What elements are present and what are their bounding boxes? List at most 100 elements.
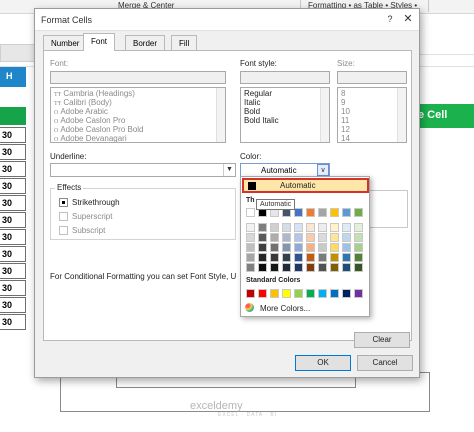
theme-shade-swatch[interactable] <box>282 223 291 232</box>
size-item[interactable]: 11 <box>341 116 349 125</box>
superscript-label[interactable]: Superscript <box>72 212 112 221</box>
theme-shade-swatch[interactable] <box>258 263 267 272</box>
theme-shade-swatch[interactable] <box>354 243 363 252</box>
theme-shade-swatch[interactable] <box>282 233 291 242</box>
more-colors-option[interactable]: More Colors... <box>245 303 310 313</box>
row-cell[interactable]: 30 <box>0 212 26 228</box>
standard-color-swatch[interactable] <box>270 289 279 298</box>
standard-color-swatch[interactable] <box>318 289 327 298</box>
theme-shade-swatch[interactable] <box>330 233 339 242</box>
color-dropdown[interactable]: Automatic ∨ <box>240 163 330 177</box>
font-style-item[interactable]: Bold Italic <box>244 116 279 125</box>
theme-shade-swatch[interactable] <box>318 253 327 262</box>
theme-shade-swatch[interactable] <box>246 233 255 242</box>
subscript-checkbox[interactable] <box>59 226 68 235</box>
theme-shade-swatch[interactable] <box>330 263 339 272</box>
theme-shade-swatch[interactable] <box>270 263 279 272</box>
theme-shade-swatch[interactable] <box>354 233 363 242</box>
theme-color-swatch[interactable] <box>294 208 303 217</box>
theme-shade-swatch[interactable] <box>270 233 279 242</box>
size-list[interactable]: 8 9 10 11 12 14 <box>337 87 407 143</box>
tab-border[interactable]: Border <box>125 35 166 50</box>
theme-shade-swatch[interactable] <box>306 233 315 242</box>
close-button[interactable]: ✕ <box>399 11 417 27</box>
theme-shade-swatch[interactable] <box>354 263 363 272</box>
theme-shade-swatch[interactable] <box>282 263 291 272</box>
row-cell[interactable]: 30 <box>0 195 26 211</box>
automatic-color-option[interactable]: Automatic <box>242 178 369 193</box>
font-list-item[interactable]: O Adobe Caslon Pro Bold <box>54 125 144 134</box>
size-item[interactable]: 9 <box>341 98 345 107</box>
theme-shade-swatch[interactable] <box>342 243 351 252</box>
size-item[interactable]: 14 <box>341 134 350 142</box>
theme-shade-swatch[interactable] <box>270 243 279 252</box>
theme-shade-swatch[interactable] <box>294 253 303 262</box>
font-list-item[interactable]: O Adobe Caslon Pro <box>54 116 125 125</box>
theme-color-swatch[interactable] <box>318 208 327 217</box>
row-cell[interactable]: 30 <box>0 314 26 330</box>
font-list-item[interactable]: O Adobe Devanagari <box>54 134 127 142</box>
ok-button[interactable]: OK <box>295 355 351 371</box>
theme-shade-swatch[interactable] <box>330 223 339 232</box>
theme-shade-swatch[interactable] <box>246 253 255 262</box>
size-input[interactable] <box>337 71 407 84</box>
theme-color-swatch[interactable] <box>306 208 315 217</box>
theme-shade-swatch[interactable] <box>270 223 279 232</box>
theme-shade-swatch[interactable] <box>282 253 291 262</box>
chevron-down-icon[interactable]: ▼ <box>223 164 235 176</box>
font-list-item[interactable]: TŦ Calibri (Body) <box>54 98 112 107</box>
tab-number[interactable]: Number <box>43 35 88 50</box>
theme-color-swatch[interactable] <box>354 208 363 217</box>
size-item[interactable]: 8 <box>341 89 345 98</box>
tab-fill[interactable]: Fill <box>171 35 198 50</box>
font-style-item[interactable]: Regular <box>244 89 272 98</box>
font-style-item[interactable]: Italic <box>244 98 260 107</box>
standard-color-swatch[interactable] <box>306 289 315 298</box>
theme-shade-swatch[interactable] <box>282 243 291 252</box>
theme-shade-swatch[interactable] <box>246 263 255 272</box>
theme-color-swatch[interactable] <box>330 208 339 217</box>
row-cell[interactable]: 30 <box>0 144 26 160</box>
tab-font[interactable]: Font <box>83 33 116 51</box>
strikethrough-checkbox[interactable] <box>59 198 68 207</box>
theme-shade-swatch[interactable] <box>318 243 327 252</box>
font-list-item[interactable]: TŦ Cambria (Headings) <box>54 89 135 98</box>
size-item[interactable]: 10 <box>341 107 350 116</box>
blue-header-cell[interactable]: H <box>0 67 26 87</box>
font-style-input[interactable] <box>240 71 330 84</box>
underline-dropdown[interactable]: ▼ <box>50 163 236 177</box>
theme-shade-swatch[interactable] <box>354 253 363 262</box>
standard-color-swatch[interactable] <box>282 289 291 298</box>
style-list-scrollbar[interactable] <box>320 88 329 142</box>
theme-shade-swatch[interactable] <box>306 253 315 262</box>
standard-color-swatch[interactable] <box>354 289 363 298</box>
theme-shade-swatch[interactable] <box>246 243 255 252</box>
row-cell[interactable]: 30 <box>0 297 26 313</box>
theme-shade-swatch[interactable] <box>318 223 327 232</box>
font-list-scrollbar[interactable] <box>216 88 225 142</box>
row-cell[interactable]: 30 <box>0 161 26 177</box>
font-list[interactable]: TŦ Cambria (Headings) TŦ Calibri (Body) O Ado… <box>50 87 226 143</box>
theme-shade-swatch[interactable] <box>270 253 279 262</box>
theme-shade-swatch[interactable] <box>354 223 363 232</box>
theme-shade-swatch[interactable] <box>294 223 303 232</box>
theme-shade-swatch[interactable] <box>342 233 351 242</box>
theme-shade-swatch[interactable] <box>246 223 255 232</box>
theme-color-swatch[interactable] <box>342 208 351 217</box>
theme-shade-swatch[interactable] <box>330 253 339 262</box>
theme-shade-swatch[interactable] <box>294 243 303 252</box>
theme-shade-swatch[interactable] <box>342 263 351 272</box>
row-cell[interactable]: 30 <box>0 127 26 143</box>
superscript-checkbox[interactable] <box>59 212 68 221</box>
font-list-item[interactable]: O Adobe Arabic <box>54 107 108 116</box>
font-name-input[interactable] <box>50 71 226 84</box>
theme-shade-swatch[interactable] <box>258 253 267 262</box>
theme-shade-swatch[interactable] <box>342 223 351 232</box>
theme-shade-swatch[interactable] <box>294 233 303 242</box>
standard-color-swatch[interactable] <box>294 289 303 298</box>
theme-shade-swatch[interactable] <box>318 263 327 272</box>
font-style-item[interactable]: Bold <box>244 107 260 116</box>
theme-shade-swatch[interactable] <box>294 263 303 272</box>
theme-shade-swatch[interactable] <box>306 263 315 272</box>
green-header-cell[interactable] <box>0 107 26 125</box>
